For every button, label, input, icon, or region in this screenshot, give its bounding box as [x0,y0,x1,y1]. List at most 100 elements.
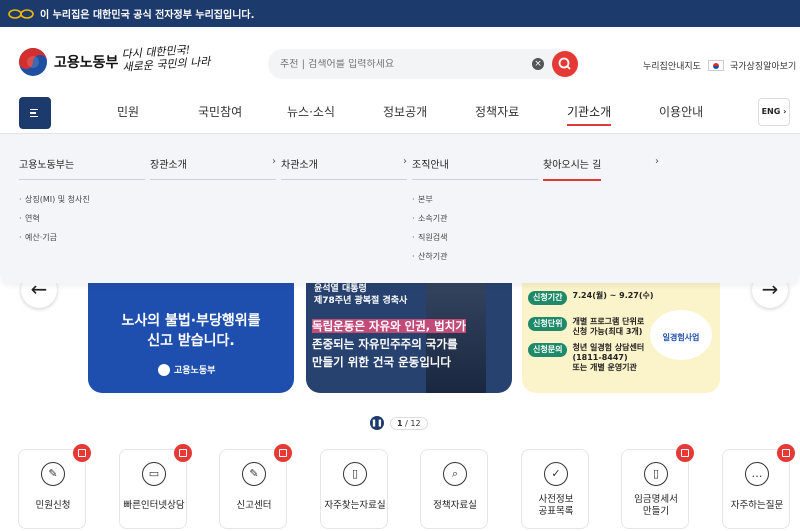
card3-pill: 신청문의 [528,343,568,357]
mega-column-title[interactable]: 조직안내 [412,156,538,180]
card3-row-text: 청년 일경험 상담센터 (1811-8447) 또는 개별 운영기관 [572,343,645,372]
external-link-icon [73,444,91,462]
search-button[interactable] [552,51,578,77]
quick-item-civil-application[interactable]: ✎ 민원신청 [18,444,91,529]
mega-link-headquarters[interactable]: 본부 [412,190,538,209]
search-input[interactable] [280,58,520,70]
mega-column-organization: 조직안내 본부 소속기관 직원검색 산하기관 [412,156,538,266]
mega-column-title[interactable]: 고용노동부는 [19,156,145,180]
external-link-icon [676,444,694,462]
program-logo: 일경험사업 [650,310,712,360]
external-link-icon [274,444,292,462]
taegeuk-emblem-icon [19,48,47,76]
national-symbols-link[interactable]: 국가상징알아보기 [708,59,796,72]
menu-line-icon [30,108,38,111]
card2-line1: 독립운동은 자유와 인권, 법치가 [312,319,466,333]
quick-item-label: 정책자료실 [433,500,477,511]
logo-name: 고용노동부 [54,55,119,71]
pause-button[interactable]: ❚❚ [370,416,384,430]
chevron-right-icon: › [403,156,407,167]
card1-line1: 노사의 불법·부당행위를 [121,313,261,329]
external-link-icon [777,444,795,462]
mega-column-directions: 찾아오시는 길 › [543,156,659,189]
ministry-emblem-icon [158,363,170,376]
card3-row: 신청문의 청년 일경험 상담센터 (1811-8447) 또는 개별 운영기관 [528,343,644,373]
mega-column-title-text: 장관소개 [150,160,187,171]
english-label: ENG [761,107,781,116]
quick-item-policy-data[interactable]: ⌕ 정책자료실 [420,449,488,529]
carousel-pager: ❚❚ 1 / 12 [370,416,428,430]
mega-column-title[interactable]: 찾아오시는 길 › [543,156,659,189]
page-indicator: 1 / 12 [390,416,428,430]
nav-item-participation[interactable]: 국민참여 [198,103,242,120]
mega-link-identity[interactable]: 상징(MI) 및 청사진 [19,190,145,209]
nav-item-info-disclosure[interactable]: 정보공개 [383,103,427,120]
menu-line-icon [30,115,38,118]
mega-link-staff-search[interactable]: 직원검색 [412,228,538,247]
quick-item-label: 신고센터 [236,500,272,511]
mega-column-title-text: 찾아오시는 길 [543,156,602,181]
card3-pill: 신청단위 [528,317,568,331]
nav-item-civil[interactable]: 민원 [117,103,139,120]
menu-line-icon [30,112,36,114]
mega-menu-dropdown: 고용노동부는 상징(MI) 및 청사진 연혁 예산·기금 장관소개 › 차관소개 ›… [0,133,800,283]
mega-column-vice-minister: 차관소개 › [281,156,407,180]
clear-search-icon[interactable]: × [532,58,544,70]
card2-tag: 윤석열 대통령 제78주년 광복절 경축사 [314,283,407,307]
card2-quote: 독립운동은 자유와 인권, 법치가 존중되는 자유민주주의 국가를 만들기 위한… [312,317,466,371]
mega-column-minister: 장관소개 › [150,156,276,180]
quick-item-pay-statement[interactable]: ▯ 임금명세서 만들기 [621,444,694,529]
quick-item-label: 사전정보 공표목록 [538,494,574,517]
monitor-icon: ▭ [142,462,166,486]
mega-link-subsidiaries[interactable]: 산하기관 [412,247,538,266]
nav-item-about[interactable]: 기관소개 [567,103,612,126]
slogan: 다시 대한민국! 새로운 국민의 나라 [121,42,211,74]
bookmark-icon: ▯ [644,462,668,486]
mega-column-title[interactable]: 장관소개 › [150,156,276,180]
quick-menu: ✎ 민원신청 ▭ 빠른인터넷상담 ✎ 신고센터 ▯ 자주찾는자료실 ⌕ 정책자료… [0,444,800,531]
bookmark-icon: ▯ [343,462,367,486]
card1-logo-text: 고용노동부 [174,366,216,376]
egov-logo-icon [8,8,34,20]
page-total: / 12 [405,418,421,428]
card2-tag-line1: 윤석열 대통령 [314,284,367,294]
card2-line3: 만들기 위한 건국 운동입니다 [312,355,451,369]
nav-item-news[interactable]: 뉴스·소식 [287,103,335,120]
gov-banner: 이 누리집은 대한민국 공식 전자정부 누리집입니다. [0,0,800,27]
chevron-right-icon: › [272,156,276,167]
quick-item-public-info[interactable]: ✓ 사전정보 공표목록 [521,449,589,529]
nav-item-guide[interactable]: 이용안내 [659,103,703,120]
nav-item-policy[interactable]: 정책자료 [475,103,519,120]
mega-column-title[interactable]: 차관소개 › [281,156,407,180]
korean-flag-icon [708,60,724,71]
clipboard-check-icon: ✓ [544,462,568,486]
quick-item-label: 임금명세서 만들기 [634,494,678,517]
search-box: × [268,49,578,79]
card1-line2: 신고 받습니다. [147,333,235,349]
card1-logo: 고용노동부 [158,363,215,376]
page-current: 1 [397,418,403,428]
english-button[interactable]: ENG › [758,98,790,126]
card2-tag-line2: 제78주년 광복절 경축사 [314,296,408,306]
mega-column-title-text: 차관소개 [281,160,318,171]
card2-line2: 존중되는 자유민주주의 국가를 [312,337,458,351]
quick-item-label: 민원신청 [35,500,71,511]
card3-row-text: 개별 프로그램 단위로 신청 가능(최대 3개) [572,317,645,336]
pencil-icon: ✎ [41,462,65,486]
card1-text: 노사의 불법·부당행위를 신고 받습니다. [88,311,294,351]
quick-item-faq-data[interactable]: ▯ 자주찾는자료실 [320,449,388,529]
quick-item-online-counsel[interactable]: ▭ 빠른인터넷상담 [119,444,192,529]
mega-link-budget[interactable]: 예산·기금 [19,228,145,247]
mega-link-affiliates[interactable]: 소속기관 [412,209,538,228]
mega-link-history[interactable]: 연혁 [19,209,145,228]
quick-item-report-center[interactable]: ✎ 신고센터 [219,444,292,529]
quick-item-label: 빠른인터넷상담 [123,500,185,511]
search-icon [558,57,571,70]
quick-item-faq[interactable]: … 자주하는질문 [722,444,795,529]
card3-row: 신청단위 개별 프로그램 단위로 신청 가능(최대 3개) [528,317,644,337]
header: 고용노동부 다시 대한민국! 새로운 국민의 나라 × 누리집안내지도 국가상징… [0,27,800,97]
all-menu-button[interactable] [19,97,51,129]
site-logo[interactable]: 고용노동부 [18,47,118,77]
sitemap-link[interactable]: 누리집안내지도 [643,59,701,72]
card3-pill: 신청기간 [528,291,568,305]
